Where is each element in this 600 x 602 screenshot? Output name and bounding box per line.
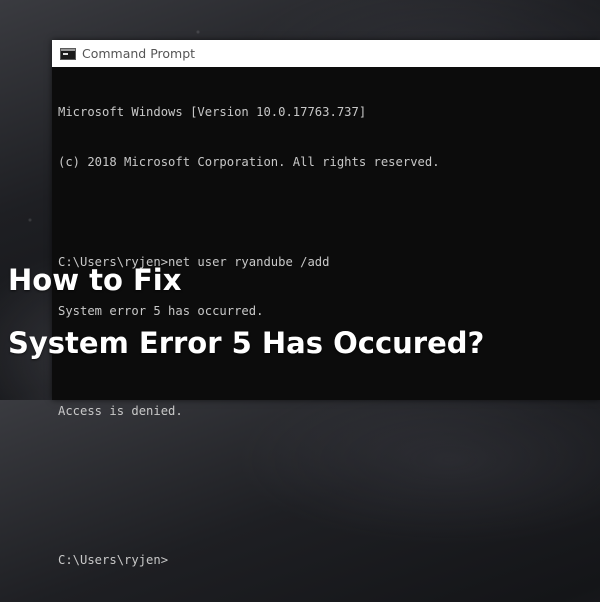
command-prompt-icon [60, 47, 76, 60]
console-line: Microsoft Windows [Version 10.0.17763.73… [58, 105, 367, 120]
console-line: Access is denied. [58, 403, 183, 418]
headline-line-2: System Error 5 Has Occured? [8, 326, 485, 360]
console-prompt-line: C:\Users\ryjen> [58, 553, 169, 568]
console-line: System error 5 has occurred. [58, 304, 264, 319]
console-line: (c) 2018 Microsoft Corporation. All righ… [58, 154, 440, 169]
window-title: Command Prompt [82, 46, 196, 61]
headline-line-1: How to Fix [8, 263, 182, 297]
window-titlebar[interactable]: Command Prompt [52, 40, 600, 67]
